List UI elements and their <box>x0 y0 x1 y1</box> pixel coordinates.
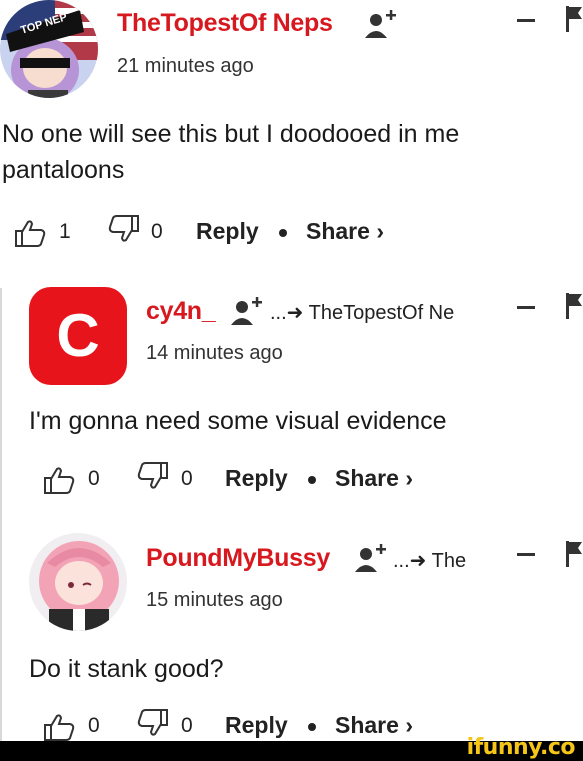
reply-to-label[interactable]: ...➜ The <box>393 548 466 573</box>
reply-thread-line <box>0 288 2 741</box>
dislike-count: 0 <box>181 714 193 737</box>
avatar-image <box>0 0 98 98</box>
collapse-icon[interactable] <box>517 19 535 22</box>
timestamp: 15 minutes ago <box>146 589 283 611</box>
like-count: 0 <box>88 467 100 490</box>
like-count: 1 <box>59 220 71 243</box>
timestamp: 14 minutes ago <box>146 342 283 364</box>
thumbs-up-icon[interactable] <box>43 465 75 495</box>
reply-to-label[interactable]: ...➜ TheTopestOf Ne <box>270 300 454 325</box>
thumbs-up-icon[interactable] <box>43 712 75 742</box>
timestamp: 21 minutes ago <box>117 55 254 77</box>
thumbs-down-icon[interactable] <box>108 214 140 244</box>
reply-button[interactable]: Reply <box>225 465 288 492</box>
follow-user-icon[interactable] <box>364 8 398 40</box>
thumbs-down-icon[interactable] <box>137 461 169 491</box>
follow-user-icon[interactable] <box>230 295 264 327</box>
avatar-letter: C <box>56 302 100 369</box>
avatar[interactable]: TOP NEP <box>0 0 98 98</box>
avatar[interactable]: C <box>29 287 127 385</box>
like-count: 0 <box>88 714 100 737</box>
avatar[interactable] <box>29 533 127 631</box>
collapse-icon[interactable] <box>517 306 535 309</box>
username[interactable]: PoundMyBussy <box>146 544 330 573</box>
report-flag-icon[interactable] <box>566 6 582 32</box>
separator-dot <box>308 476 316 484</box>
comment-text: No one will see this but I doodooed in m… <box>2 120 460 184</box>
comment-text: I'm gonna need some visual evidence <box>29 407 447 435</box>
username[interactable]: cy4n_ <box>146 297 216 326</box>
dislike-count: 0 <box>181 467 193 490</box>
watermark-bar: ifunny.co <box>0 735 583 761</box>
share-button[interactable]: Share › <box>335 712 413 739</box>
follow-user-icon[interactable] <box>354 542 388 574</box>
avatar-image <box>29 533 127 631</box>
collapse-icon[interactable] <box>517 553 535 556</box>
comment-text: Do it stank good? <box>29 655 224 683</box>
report-flag-icon[interactable] <box>566 541 582 567</box>
thumbs-down-icon[interactable] <box>137 708 169 738</box>
separator-dot <box>279 229 287 237</box>
thumbs-up-icon[interactable] <box>14 218 46 248</box>
report-flag-icon[interactable] <box>566 293 582 319</box>
dislike-count: 0 <box>151 220 163 243</box>
brand-watermark: ifunny.co <box>466 735 576 760</box>
separator-dot <box>308 723 316 731</box>
share-button[interactable]: Share › <box>306 218 384 245</box>
share-button[interactable]: Share › <box>335 465 413 492</box>
reply-button[interactable]: Reply <box>225 712 288 739</box>
reply-button[interactable]: Reply <box>196 218 259 245</box>
username[interactable]: TheTopestOf Neps <box>117 9 333 38</box>
